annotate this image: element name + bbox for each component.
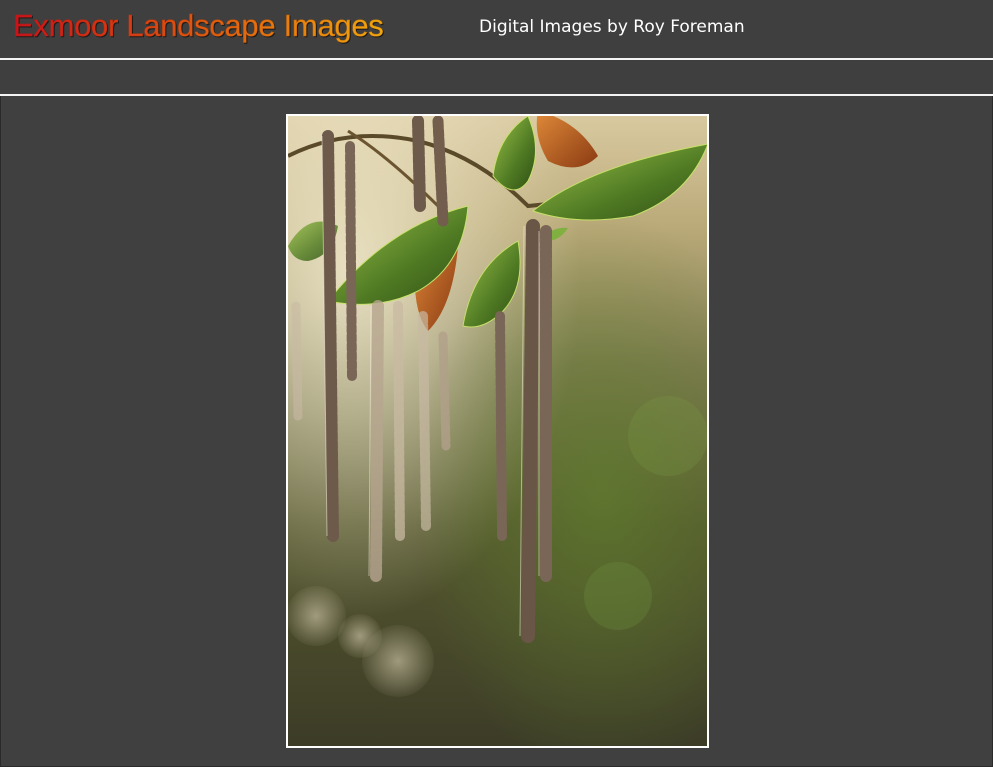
site-title[interactable]: Exmoor Landscape Images	[13, 6, 384, 46]
navigation-bar	[0, 60, 993, 94]
featured-photo[interactable]	[286, 114, 709, 748]
site-subtitle: Digital Images by Roy Foreman	[479, 17, 745, 37]
site-header: Exmoor Landscape Images Digital Images b…	[0, 0, 993, 58]
header-divider-bottom	[0, 94, 993, 96]
catkins-photo	[288, 116, 707, 746]
